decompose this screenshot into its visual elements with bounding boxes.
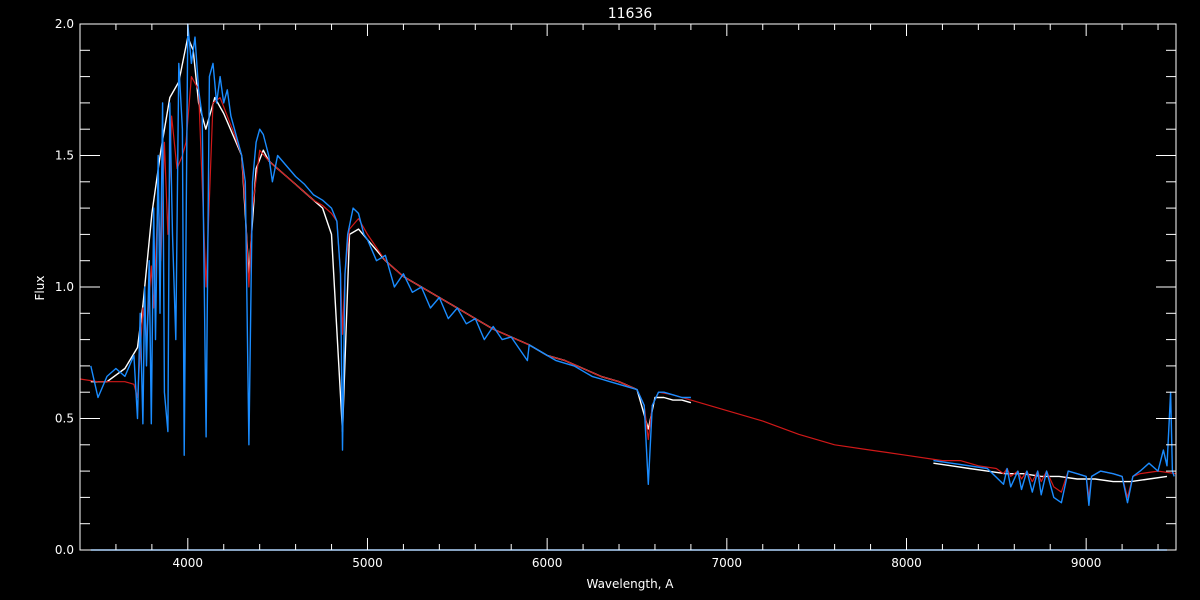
x-tick-label: 4000 (173, 556, 204, 570)
y-tick-label: 1.5 (55, 149, 74, 163)
y-axis-label: Flux (33, 276, 47, 301)
x-tick-label: 7000 (712, 556, 743, 570)
y-tick-label: 2.0 (55, 17, 74, 31)
x-tick-label: 5000 (352, 556, 383, 570)
x-axis-label: Wavelength, A (586, 577, 674, 591)
y-tick-label: 1.0 (55, 280, 74, 294)
x-tick-label: 8000 (891, 556, 922, 570)
y-tick-label: 0.0 (55, 543, 74, 557)
chart-title: 11636 (608, 6, 653, 22)
y-tick-label: 0.5 (55, 412, 74, 426)
spectrum-chart: 11636 4000 5000 6000 7000 8000 9000 0.0 0.5 1.0 1… (0, 0, 1200, 600)
x-tick-label: 9000 (1071, 556, 1102, 570)
x-tick-label: 6000 (532, 556, 563, 570)
